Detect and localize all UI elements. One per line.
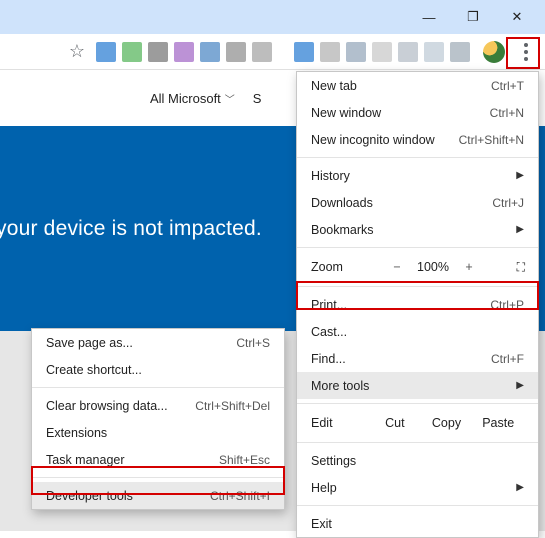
chrome-main-menu: New tabCtrl+T New windowCtrl+N New incog… (296, 71, 539, 538)
extension-icon[interactable] (200, 42, 220, 62)
zoom-out-button[interactable]: − (383, 260, 411, 274)
maximize-icon: ❐ (467, 9, 479, 25)
menu-item-find[interactable]: Find...Ctrl+F (297, 345, 538, 372)
submenu-item-task-manager[interactable]: Task managerShift+Esc (32, 446, 284, 473)
submenu-arrow-icon: ▶ (516, 170, 524, 181)
extension-icon[interactable] (174, 42, 194, 62)
minimize-icon: — (423, 10, 436, 25)
extension-icon[interactable] (424, 42, 444, 62)
edit-paste-button[interactable]: Paste (472, 416, 524, 430)
extension-icon[interactable] (398, 42, 418, 62)
bookmark-star-icon[interactable]: ☆ (69, 41, 85, 62)
submenu-item-clear-browsing-data[interactable]: Clear browsing data...Ctrl+Shift+Del (32, 392, 284, 419)
submenu-arrow-icon: ▶ (516, 482, 524, 493)
zoom-in-button[interactable]: + (455, 260, 483, 274)
extension-icon[interactable] (346, 42, 366, 62)
menu-item-help[interactable]: Help▶ (297, 474, 538, 501)
submenu-item-save-page[interactable]: Save page as...Ctrl+S (32, 329, 284, 356)
extension-icon[interactable] (372, 42, 392, 62)
nav-search[interactable]: S (253, 91, 262, 106)
menu-item-settings[interactable]: Settings (297, 447, 538, 474)
menu-item-new-window[interactable]: New windowCtrl+N (297, 99, 538, 126)
window-minimize-button[interactable]: — (407, 2, 451, 32)
nav-all-microsoft[interactable]: All Microsoft (150, 91, 221, 106)
edit-cut-button[interactable]: Cut (369, 416, 421, 430)
extension-icon[interactable] (320, 42, 340, 62)
menu-item-more-tools[interactable]: More tools▶ (297, 372, 538, 399)
profile-avatar[interactable] (483, 41, 505, 63)
submenu-item-developer-tools[interactable]: Developer toolsCtrl+Shift+I (32, 482, 284, 509)
edit-copy-button[interactable]: Copy (421, 416, 473, 430)
menu-item-cast[interactable]: Cast... (297, 318, 538, 345)
menu-item-downloads[interactable]: DownloadsCtrl+J (297, 189, 538, 216)
more-tools-submenu: Save page as...Ctrl+S Create shortcut...… (31, 328, 285, 510)
fullscreen-icon[interactable]: ⛶ (517, 260, 524, 275)
submenu-item-extensions[interactable]: Extensions (32, 419, 284, 446)
menu-item-bookmarks[interactable]: Bookmarks▶ (297, 216, 538, 243)
window-close-button[interactable]: ✕ (495, 2, 539, 32)
menu-item-new-tab[interactable]: New tabCtrl+T (297, 72, 538, 99)
menu-item-history[interactable]: History▶ (297, 162, 538, 189)
extension-icon[interactable] (148, 42, 168, 62)
extension-icon[interactable] (122, 42, 142, 62)
close-icon: ✕ (512, 9, 523, 25)
menu-item-zoom: Zoom − 100% + ⛶ (297, 252, 538, 282)
submenu-item-create-shortcut[interactable]: Create shortcut... (32, 356, 284, 383)
menu-item-print[interactable]: Print...Ctrl+P (297, 291, 538, 318)
extension-icon[interactable] (226, 42, 246, 62)
extension-icon[interactable] (252, 42, 272, 62)
menu-item-edit: Edit Cut Copy Paste (297, 408, 538, 438)
browser-toolbar: ☆ (0, 34, 545, 70)
zoom-level: 100% (411, 260, 455, 274)
chevron-down-icon: ﹀ (225, 91, 235, 106)
chrome-menu-button[interactable] (513, 39, 539, 65)
extension-icon[interactable] (450, 42, 470, 62)
menu-item-new-incognito[interactable]: New incognito windowCtrl+Shift+N (297, 126, 538, 153)
extension-icon[interactable] (96, 42, 116, 62)
submenu-arrow-icon: ▶ (516, 224, 524, 235)
banner-text: your device is not impacted. (0, 217, 262, 241)
window-titlebar: — ❐ ✕ (0, 0, 545, 34)
extension-icon[interactable] (294, 42, 314, 62)
submenu-arrow-icon: ▶ (516, 380, 524, 391)
menu-item-exit[interactable]: Exit (297, 510, 538, 537)
window-maximize-button[interactable]: ❐ (451, 2, 495, 32)
